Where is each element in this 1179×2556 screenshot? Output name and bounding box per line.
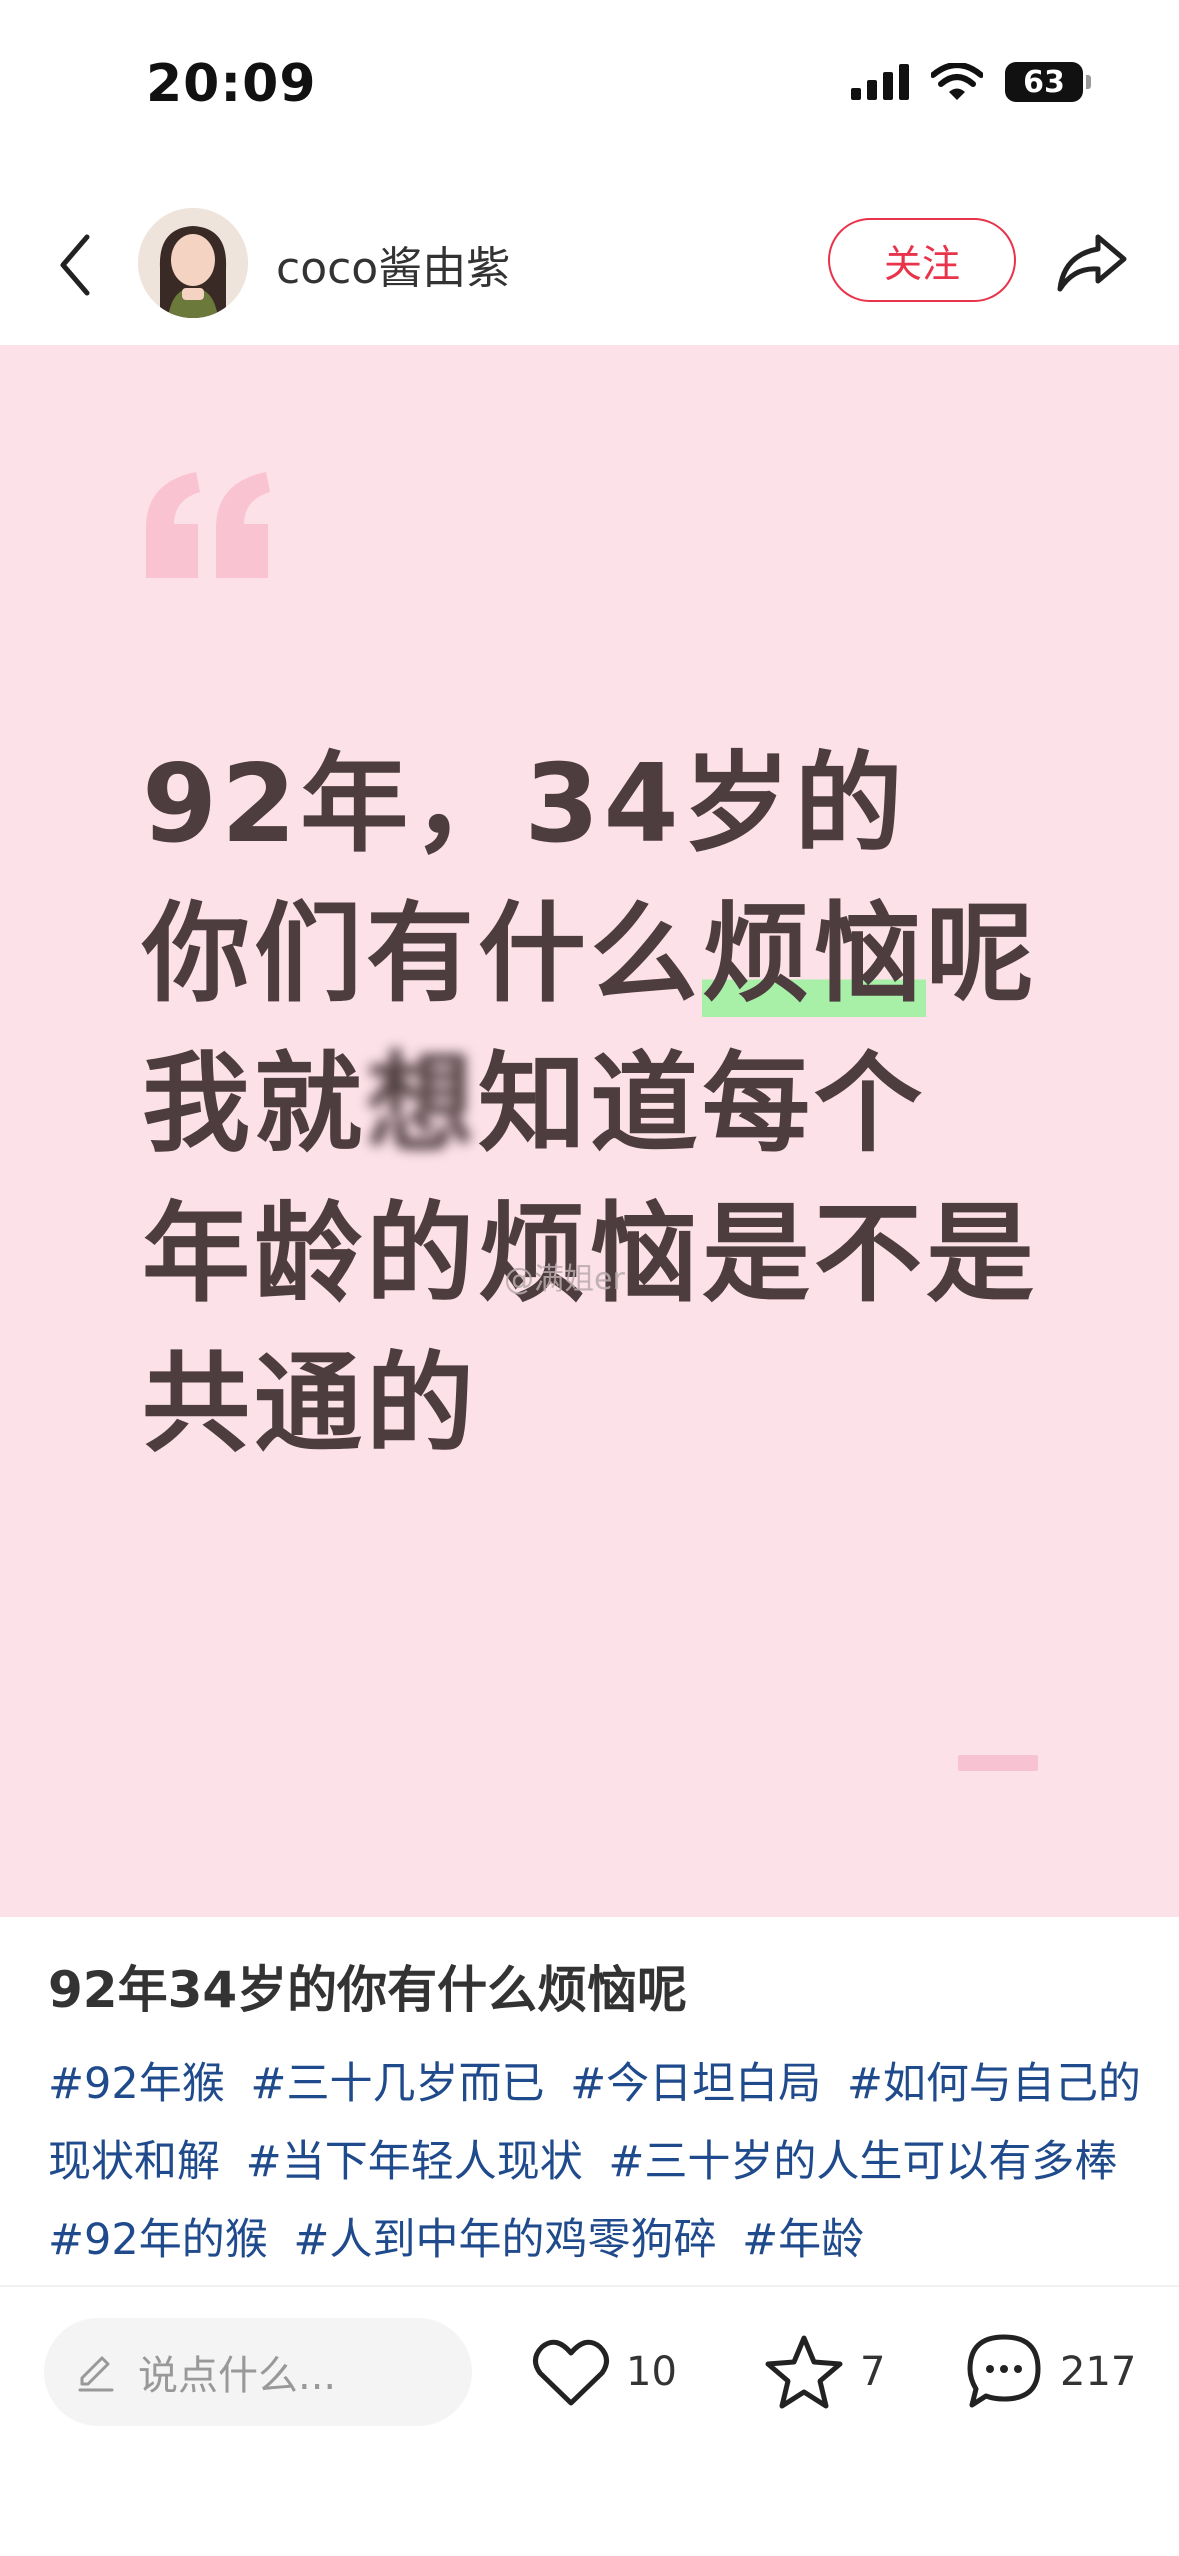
divider — [0, 2285, 1179, 2287]
comment-placeholder: 说点什么... — [138, 2353, 337, 2399]
wifi-icon — [931, 63, 983, 100]
hashtag-link[interactable]: #92年的猴 — [48, 2215, 268, 2265]
back-button[interactable] — [40, 225, 110, 305]
quote-line: 我就想知道每个 — [142, 1030, 1102, 1180]
pencil-icon — [78, 2356, 114, 2392]
collect-button[interactable]: 7 — [764, 2330, 885, 2414]
smudged-text: 想 — [366, 1042, 479, 1167]
like-button[interactable]: 10 — [532, 2330, 677, 2414]
quote-line-text: 你们有什么 — [142, 892, 703, 1017]
comment-count: 217 — [1060, 2349, 1137, 2395]
status-bar: 20:09 63 — [0, 0, 1179, 150]
like-count: 10 — [626, 2349, 677, 2395]
image-quote-text: 92年，34岁的 你们有什么烦恼呢 我就想知道每个 年龄的烦恼是不是 共通的 — [142, 730, 1102, 1480]
quote-line-text: 呢 — [926, 892, 1039, 1017]
quote-line-text: 知道每个 — [478, 1042, 927, 1167]
hashtag-link[interactable]: #当下年轻人现状 — [246, 2137, 583, 2187]
avatar-image — [138, 208, 248, 318]
status-time: 20:09 — [146, 54, 317, 114]
comment-button[interactable]: 217 — [964, 2330, 1136, 2414]
author-name[interactable]: coco酱由紫 — [276, 232, 510, 296]
image-watermark: @满姐er — [504, 1262, 625, 1297]
hashtag-link[interactable]: #今日坦白局 — [570, 2059, 821, 2109]
author-avatar[interactable] — [138, 208, 248, 318]
post-header: coco酱由紫 关注 — [0, 190, 1179, 340]
hashtag-link[interactable]: #三十几岁而已 — [250, 2059, 544, 2109]
share-button[interactable] — [1052, 226, 1132, 298]
hashtag-link[interactable]: #三十岁的人生可以有多棒 — [608, 2137, 1117, 2187]
quote-line: 92年，34岁的 — [142, 730, 1102, 880]
decorative-dash — [958, 1755, 1038, 1771]
quote-mark-icon — [146, 472, 270, 578]
hashtag-list: #92年猴 #三十几岁而已 #今日坦白局 #如何与自己的现状和解 #当下年轻人现… — [48, 2045, 1148, 2279]
battery-indicator: 63 — [1005, 62, 1091, 102]
quote-line: 你们有什么烦恼呢 — [142, 880, 1102, 1030]
star-icon — [765, 2335, 843, 2409]
chevron-left-icon — [60, 234, 90, 296]
battery-level: 63 — [1023, 64, 1065, 100]
quote-line-text: 共通的 — [142, 1342, 479, 1467]
follow-button[interactable]: 关注 — [828, 218, 1016, 302]
share-arrow-icon — [1057, 234, 1127, 292]
hashtag-link[interactable]: #年龄 — [742, 2215, 864, 2265]
quote-line-text: 92年，34岁的 — [142, 742, 907, 867]
hashtag-link[interactable]: #人到中年的鸡零狗碎 — [293, 2215, 716, 2265]
collect-count: 7 — [860, 2349, 886, 2395]
cellular-signal-icon — [851, 64, 909, 100]
status-icons: 63 — [851, 62, 1091, 102]
post-title: 92年34岁的你有什么烦恼呢 — [48, 1961, 688, 2019]
heart-icon — [533, 2339, 609, 2406]
highlighted-text: 烦恼 — [702, 892, 927, 1017]
quote-line: 共通的 — [142, 1330, 1102, 1480]
quote-line-text: 我就 — [142, 1042, 367, 1167]
comment-input[interactable]: 说点什么... — [44, 2318, 472, 2426]
hashtag-link[interactable]: #92年猴 — [48, 2059, 225, 2109]
speech-bubble-icon — [967, 2334, 1041, 2408]
